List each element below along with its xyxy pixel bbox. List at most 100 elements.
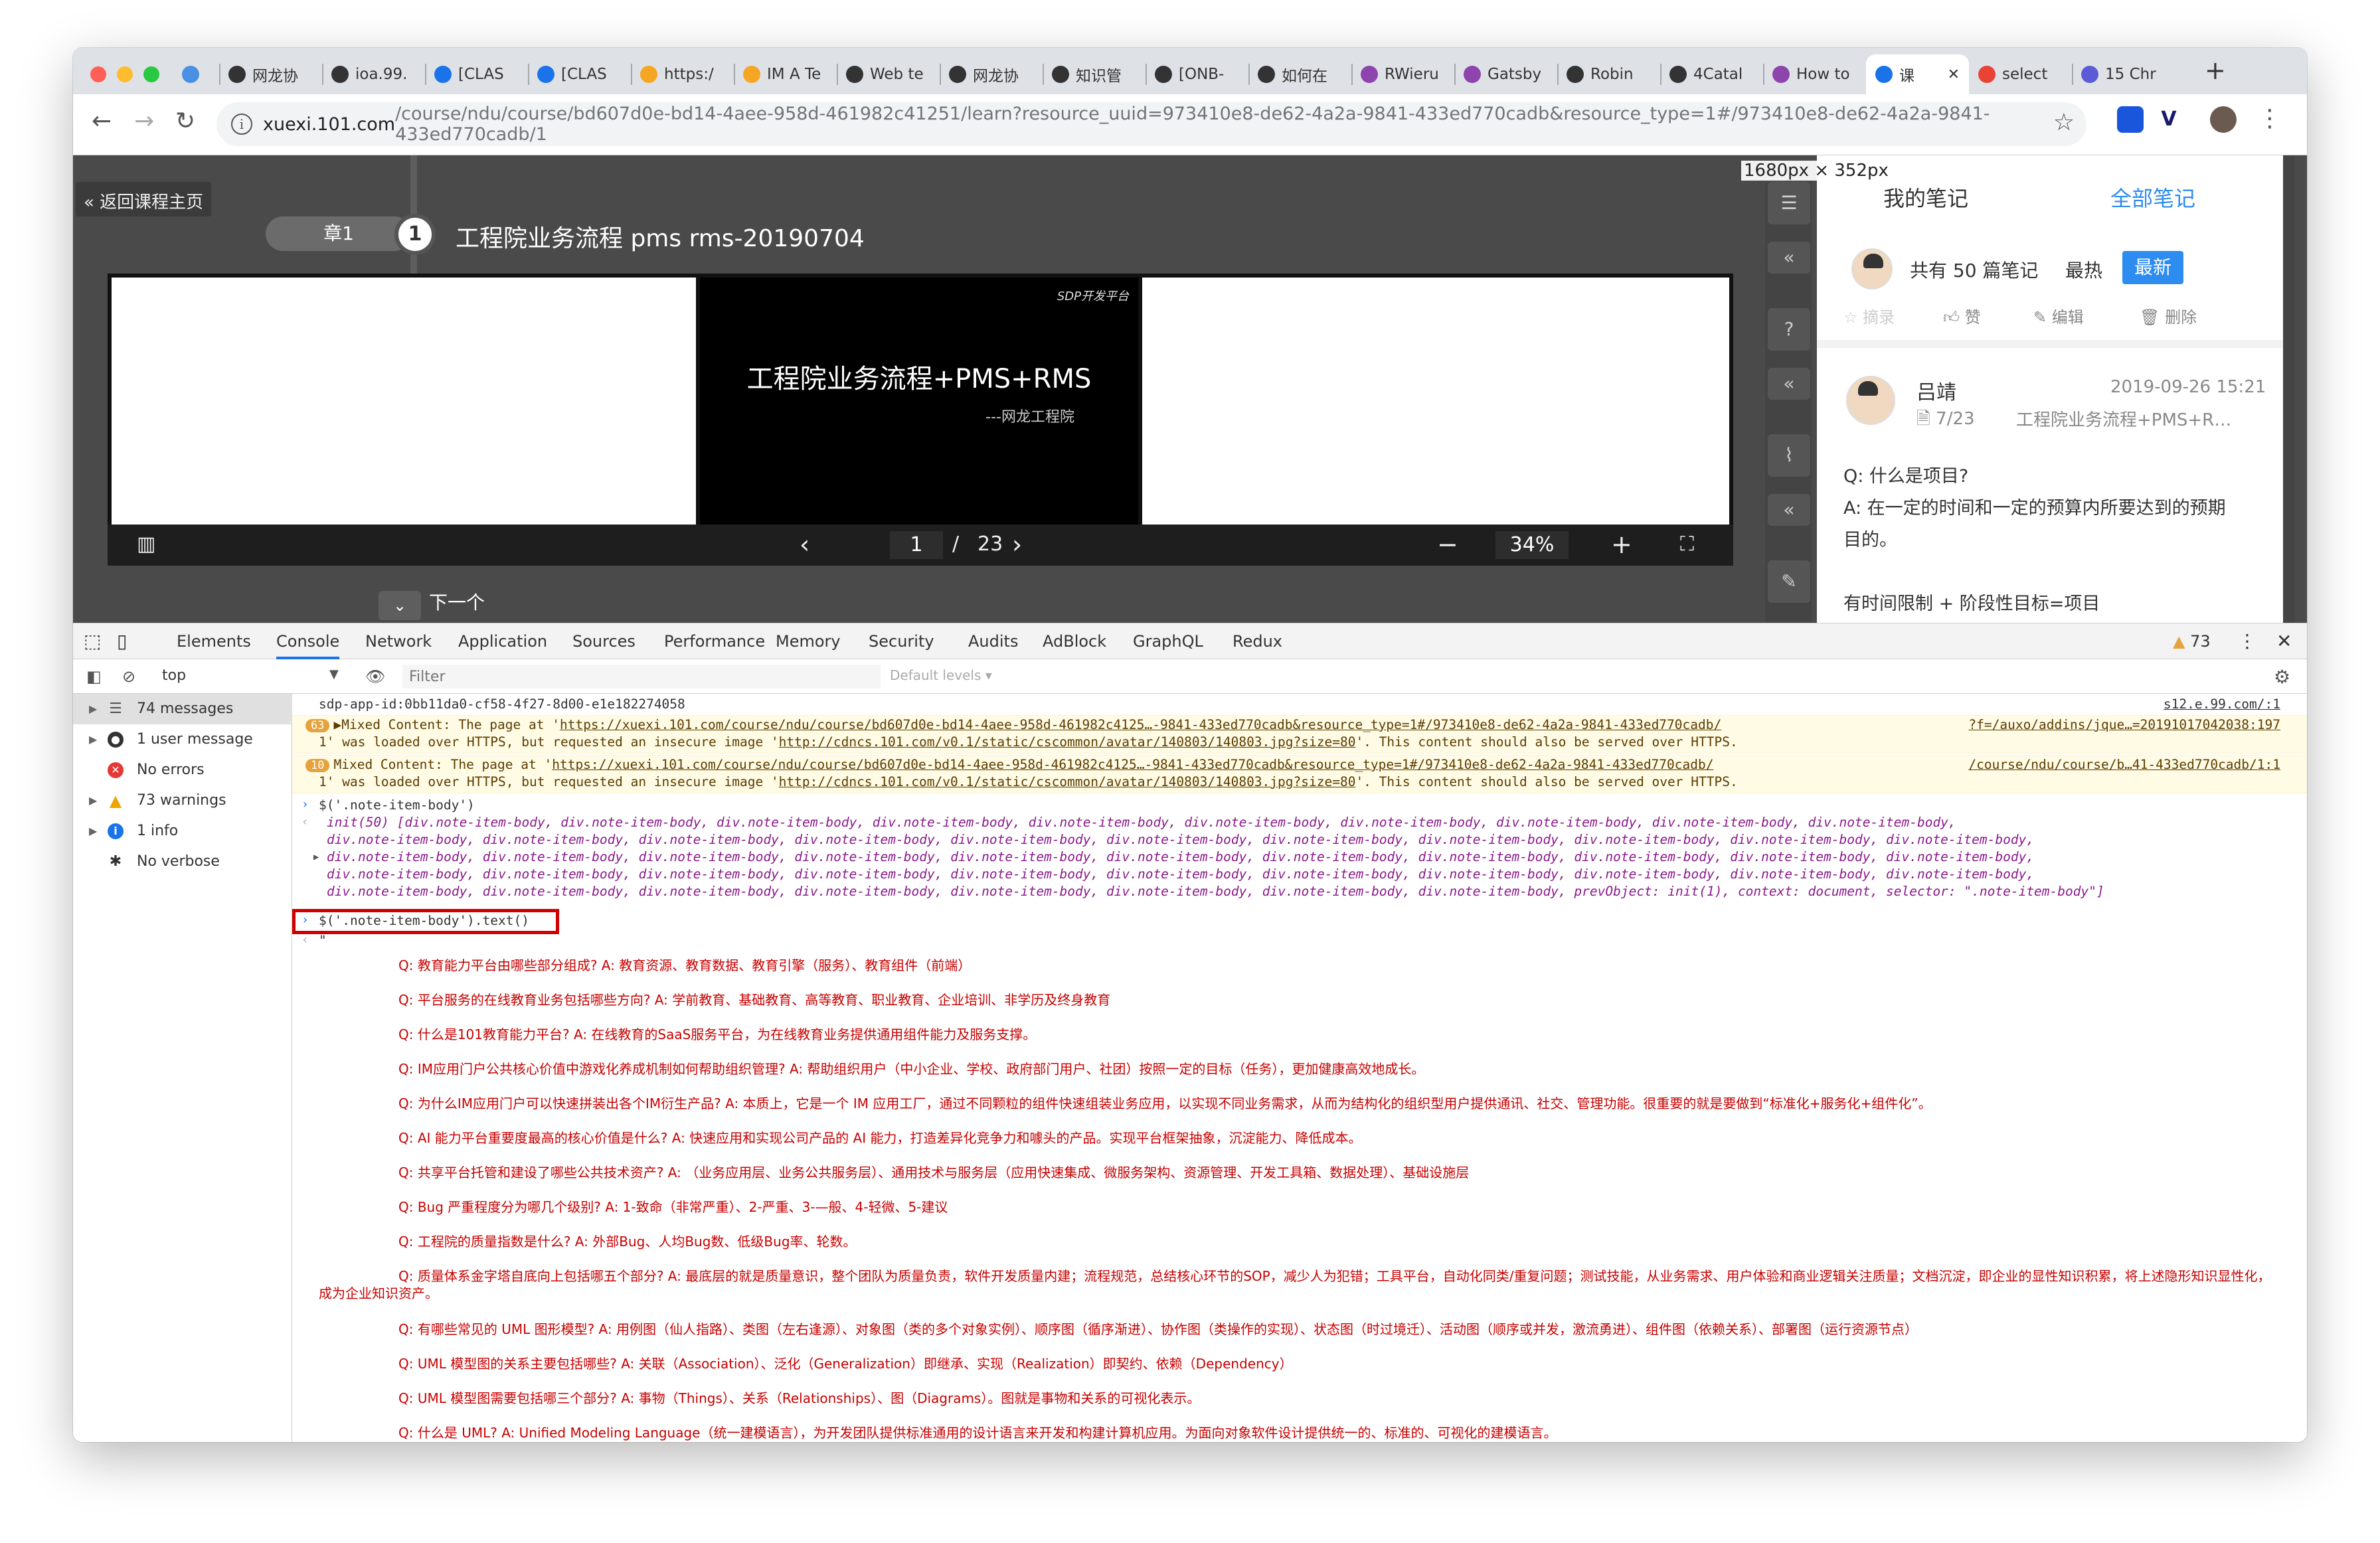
like-button[interactable]: 👍︎ 赞 xyxy=(1943,304,1981,327)
tab-audits[interactable]: Audits xyxy=(968,623,1018,659)
notes-scrollbar[interactable] xyxy=(2283,155,2295,623)
zoom-in-icon[interactable]: + xyxy=(1611,530,1632,559)
sidebar-item-messages[interactable]: ▶ ☰ 74 messages xyxy=(73,694,292,724)
tab-graphql[interactable]: GraphQL xyxy=(1133,623,1203,659)
insecure-image-link[interactable]: http://cdncs.101.com/v0.1/static/cscommo… xyxy=(779,734,1356,750)
tab-all-notes[interactable]: 全部笔记 xyxy=(2110,182,2195,212)
edit-button[interactable]: ✎ 编辑 xyxy=(2033,304,2084,327)
next-page-icon[interactable]: › xyxy=(1012,530,1022,559)
question-icon[interactable]: ? xyxy=(1768,308,1810,351)
profile-avatar[interactable] xyxy=(2210,106,2237,133)
new-tab-button[interactable]: + xyxy=(2205,56,2226,85)
tab-active[interactable]: 课 ✕ xyxy=(1866,54,1969,94)
sidebar-item-info[interactable]: ▶ i 1 info xyxy=(73,816,292,847)
next-lesson-label[interactable]: 下一个 xyxy=(429,588,485,615)
attachment-icon[interactable]: ⌇ xyxy=(1768,434,1810,477)
vue-devtools-icon[interactable]: V xyxy=(2156,106,2182,133)
browser-tab[interactable]: ioa.99. xyxy=(322,54,425,94)
chapter-label[interactable]: 章1 xyxy=(266,216,412,251)
reload-icon[interactable]: ↻ xyxy=(175,108,195,135)
delete-button[interactable]: 🗑︎ 删除 xyxy=(2140,304,2197,327)
extension-icon[interactable] xyxy=(2117,106,2144,133)
browser-tab[interactable]: 网龙协 xyxy=(940,54,1043,94)
source-link[interactable]: ?f=/auxo/addins/jque…=20191017042038:197 xyxy=(1962,717,2280,732)
insecure-image-link[interactable]: http://cdncs.101.com/v0.1/static/cscommo… xyxy=(779,774,1356,789)
zoom-level[interactable]: 34% xyxy=(1495,531,1569,559)
catalog-icon[interactable]: ☰ xyxy=(1768,182,1810,224)
tab-memory[interactable]: Memory xyxy=(776,623,841,659)
collapse-icon[interactable]: « xyxy=(1768,368,1810,400)
collapse-icon[interactable]: « xyxy=(1768,242,1810,274)
browser-tab[interactable]: 知识管 xyxy=(1043,54,1146,94)
warning-counter[interactable]: ▲ 73 xyxy=(2173,623,2211,659)
source-link[interactable]: s12.e.99.com/:1 xyxy=(2156,696,2280,712)
close-window-button[interactable] xyxy=(90,66,106,82)
back-arrow-icon[interactable]: ← xyxy=(92,108,112,135)
browser-tab[interactable]: [CLAS xyxy=(425,54,528,94)
browser-tab[interactable]: IM A Te xyxy=(734,54,837,94)
forward-arrow-icon[interactable]: → xyxy=(134,108,154,135)
browser-tab[interactable]: [ONB- xyxy=(1146,54,1248,94)
sidebar-item-warnings[interactable]: ▶ ▲ 73 warnings xyxy=(73,785,292,816)
minimize-window-button[interactable] xyxy=(117,66,133,82)
inspect-element-icon[interactable]: ⬚ xyxy=(84,623,101,659)
devtools-menu-icon[interactable]: ⋮ xyxy=(2238,623,2256,659)
sidebar-toggle-icon[interactable]: ▥ xyxy=(137,532,155,556)
fullscreen-icon[interactable]: ⛶ xyxy=(1680,532,1694,556)
browser-tab[interactable]: 15 Chr xyxy=(2072,54,2175,94)
browser-menu-icon[interactable]: ⋮ xyxy=(2258,105,2282,132)
browser-tab[interactable]: Robin xyxy=(1557,54,1660,94)
warning-page-link[interactable]: https://xuexi.101.com/course/ndu/course/… xyxy=(552,757,1713,772)
browser-tab[interactable]: select xyxy=(1969,54,2072,94)
log-levels-dropdown[interactable]: Default levels ▾ xyxy=(890,667,992,683)
eye-icon[interactable]: 👁︎ xyxy=(365,667,385,686)
tab-application[interactable]: Application xyxy=(458,623,547,659)
tab-network[interactable]: Network xyxy=(365,623,432,659)
back-to-course-button[interactable]: « 返回课程主页 xyxy=(76,182,212,216)
bookmark-star-icon[interactable]: ☆ xyxy=(2053,109,2075,136)
source-link[interactable]: /course/ndu/course/b…41-433ed770cadb/1:1 xyxy=(1962,757,2280,772)
zoom-window-button[interactable] xyxy=(143,66,159,82)
browser-tab[interactable] xyxy=(173,54,219,94)
tab-performance[interactable]: Performance xyxy=(664,623,765,659)
sort-hot[interactable]: 最热 xyxy=(2065,256,2102,283)
tab-sources[interactable]: Sources xyxy=(572,623,636,659)
console-filter-input[interactable] xyxy=(402,665,881,689)
gear-icon[interactable]: ⚙ xyxy=(2274,666,2290,688)
sidebar-item-errors[interactable]: ✕ No errors xyxy=(73,755,292,785)
prev-page-icon[interactable]: ‹ xyxy=(800,530,809,559)
chevron-down-icon[interactable]: ⌄ xyxy=(379,591,421,620)
device-toolbar-icon[interactable]: ▯ xyxy=(117,623,127,659)
browser-tab[interactable]: [CLAS xyxy=(528,54,631,94)
sidebar-toggle-icon[interactable]: ◧ xyxy=(86,667,102,686)
console-result[interactable]: ‹ init(50) [div.note-item-body, div.note-… xyxy=(292,815,2307,832)
tab-console[interactable]: Console xyxy=(276,623,340,659)
browser-tab[interactable]: 网龙协 xyxy=(219,54,322,94)
browser-tab[interactable]: Web te xyxy=(837,54,940,94)
site-info-icon[interactable]: i xyxy=(231,114,252,135)
close-icon[interactable]: ✕ xyxy=(2276,623,2292,659)
browser-tab[interactable]: Gatsby xyxy=(1454,54,1557,94)
close-tab-icon[interactable]: ✕ xyxy=(1948,66,1960,83)
zoom-out-icon[interactable]: − xyxy=(1437,530,1458,559)
tab-my-notes[interactable]: 我的笔记 xyxy=(1883,182,1968,212)
browser-tab[interactable]: How to xyxy=(1763,54,1866,94)
warning-page-link[interactable]: https://xuexi.101.com/course/ndu/course/… xyxy=(560,717,1721,732)
sidebar-item-user-messages[interactable]: ▶ ● 1 user message xyxy=(73,724,292,755)
browser-tab[interactable]: 如何在 xyxy=(1248,54,1351,94)
collapse-icon[interactable]: « xyxy=(1768,494,1810,526)
tab-adblock[interactable]: AdBlock xyxy=(1043,623,1106,659)
expand-arrow-icon[interactable]: ▶ xyxy=(313,852,319,862)
note-source[interactable]: 工程院业务流程+PMS+R… xyxy=(2016,406,2231,431)
sort-new-button[interactable]: 最新 xyxy=(2122,251,2183,284)
tab-security[interactable]: Security xyxy=(869,623,934,659)
tab-redux[interactable]: Redux xyxy=(1232,623,1282,659)
clear-console-icon[interactable]: ⊘ xyxy=(122,667,135,686)
page-number-input[interactable]: 1 xyxy=(890,531,943,559)
browser-tab[interactable]: https:/ xyxy=(631,54,734,94)
browser-tab[interactable]: RWieru xyxy=(1351,54,1454,94)
tab-elements[interactable]: Elements xyxy=(177,623,251,659)
browser-tab[interactable]: 4Catal xyxy=(1660,54,1763,94)
sidebar-item-verbose[interactable]: ✱ No verbose xyxy=(73,847,292,877)
excerpt-button[interactable]: ☆ 摘录 xyxy=(1843,304,1895,327)
